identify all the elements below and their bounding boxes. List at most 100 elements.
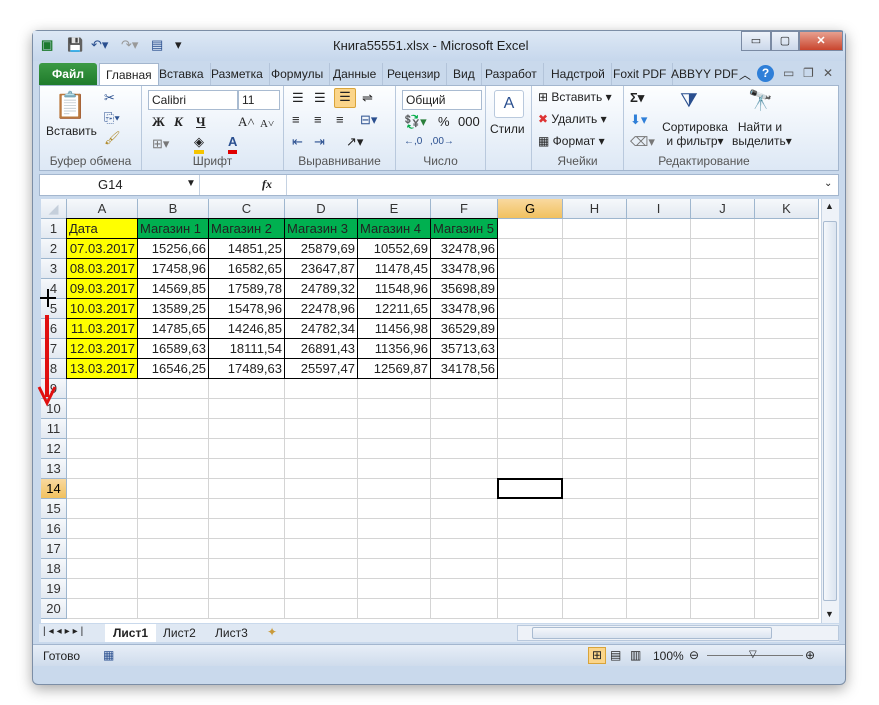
cell-K5[interactable] (755, 299, 819, 319)
font-color-icon[interactable]: A (228, 134, 238, 154)
workbook-close-icon[interactable]: ✕ (823, 66, 833, 80)
cell-J6[interactable] (691, 319, 755, 339)
cell-K15[interactable] (755, 499, 819, 519)
tab-formulas[interactable]: Формулы (265, 63, 331, 85)
cell-C18[interactable] (209, 559, 285, 579)
column-header-E[interactable]: E (358, 199, 431, 219)
cell-B13[interactable] (138, 459, 209, 479)
workbook-minimize-icon[interactable]: ▭ (783, 66, 794, 80)
cell-G1[interactable] (498, 219, 563, 239)
cell-H16[interactable] (563, 519, 627, 539)
cell-C20[interactable] (209, 599, 285, 619)
insert-cells-button[interactable]: ⊞ Вставить ▾ (538, 90, 612, 104)
close-button[interactable]: ✕ (799, 31, 843, 51)
increase-decimal-icon[interactable]: ←,0 (404, 134, 422, 150)
cell-A17[interactable] (67, 539, 138, 559)
workbook-restore-icon[interactable]: ❐ (803, 66, 814, 80)
cell-G18[interactable] (498, 559, 563, 579)
cell-B9[interactable] (138, 379, 209, 399)
tab-page-layout[interactable]: Разметка (205, 63, 270, 85)
cell-A15[interactable] (67, 499, 138, 519)
cell-F1[interactable]: Магазин 5 (430, 218, 498, 239)
row-header-17[interactable]: 17 (41, 539, 67, 559)
cut-icon[interactable]: ✂ (104, 90, 115, 106)
cell-J14[interactable] (691, 479, 755, 499)
cell-F17[interactable] (431, 539, 498, 559)
cell-B19[interactable] (138, 579, 209, 599)
cell-K16[interactable] (755, 519, 819, 539)
cell-H12[interactable] (563, 439, 627, 459)
cell-J9[interactable] (691, 379, 755, 399)
cell-I7[interactable] (627, 339, 691, 359)
cell-C10[interactable] (209, 399, 285, 419)
align-bottom-icon[interactable]: ☰ (334, 88, 356, 108)
cell-C4[interactable]: 17589,78 (208, 278, 285, 299)
cell-G17[interactable] (498, 539, 563, 559)
zoom-in-icon[interactable]: ⊕ (805, 648, 815, 662)
name-box[interactable]: G14 (40, 175, 200, 195)
cell-H5[interactable] (563, 299, 627, 319)
row-header-14[interactable]: 14 (41, 479, 67, 499)
font-size-select[interactable]: 11 (238, 90, 280, 110)
font-name-select[interactable]: Calibri (148, 90, 238, 110)
cell-B7[interactable]: 16589,63 (137, 338, 209, 359)
cell-I20[interactable] (627, 599, 691, 619)
tab-addins[interactable]: Надстрой (545, 63, 612, 85)
row-header-2[interactable]: 2 (41, 239, 67, 259)
cell-F10[interactable] (431, 399, 498, 419)
number-format-select[interactable]: Общий (402, 90, 482, 110)
cell-G7[interactable] (498, 339, 563, 359)
sheet-tab-1[interactable]: Лист1 (105, 624, 157, 642)
cell-C2[interactable]: 14851,25 (208, 238, 285, 259)
cell-H18[interactable] (563, 559, 627, 579)
cell-H19[interactable] (563, 579, 627, 599)
cell-E3[interactable]: 11478,45 (357, 258, 431, 279)
tab-view[interactable]: Вид (447, 63, 482, 85)
cell-C12[interactable] (209, 439, 285, 459)
cell-G3[interactable] (498, 259, 563, 279)
cell-E19[interactable] (358, 579, 431, 599)
cell-D13[interactable] (285, 459, 358, 479)
cell-B18[interactable] (138, 559, 209, 579)
cell-J18[interactable] (691, 559, 755, 579)
cell-J13[interactable] (691, 459, 755, 479)
cell-K17[interactable] (755, 539, 819, 559)
row-header-18[interactable]: 18 (41, 559, 67, 579)
cell-K7[interactable] (755, 339, 819, 359)
cell-A1[interactable]: Дата (66, 218, 138, 239)
format-painter-icon[interactable]: 🖌 (104, 130, 121, 146)
cell-E18[interactable] (358, 559, 431, 579)
find-select-button[interactable]: Найти и выделить▾ (732, 120, 792, 148)
shrink-font-icon[interactable]: A˅ (260, 116, 274, 132)
cell-D9[interactable] (285, 379, 358, 399)
cell-A9[interactable] (67, 379, 138, 399)
grow-font-icon[interactable]: A˄ (238, 114, 255, 130)
row-header-11[interactable]: 11 (41, 419, 67, 439)
cell-G6[interactable] (498, 319, 563, 339)
cell-H8[interactable] (563, 359, 627, 379)
cell-J15[interactable] (691, 499, 755, 519)
cell-C15[interactable] (209, 499, 285, 519)
cell-A13[interactable] (67, 459, 138, 479)
cell-G9[interactable] (498, 379, 563, 399)
cell-D3[interactable]: 23647,87 (284, 258, 358, 279)
cell-A11[interactable] (67, 419, 138, 439)
cell-K8[interactable] (755, 359, 819, 379)
row-header-3[interactable]: 3 (41, 259, 67, 279)
cell-G8[interactable] (498, 359, 563, 379)
cell-D20[interactable] (285, 599, 358, 619)
cell-D12[interactable] (285, 439, 358, 459)
cell-C9[interactable] (209, 379, 285, 399)
cell-B10[interactable] (138, 399, 209, 419)
column-header-H[interactable]: H (563, 199, 627, 219)
cell-A16[interactable] (67, 519, 138, 539)
normal-view-icon[interactable]: ⊞ (588, 647, 606, 664)
cell-C3[interactable]: 16582,65 (208, 258, 285, 279)
cell-F13[interactable] (431, 459, 498, 479)
paste-icon[interactable]: 📋 (54, 90, 86, 120)
cell-E4[interactable]: 11548,96 (357, 278, 431, 299)
cell-E2[interactable]: 10552,69 (357, 238, 431, 259)
column-header-F[interactable]: F (431, 199, 498, 219)
cell-C7[interactable]: 18111,54 (208, 338, 285, 359)
cell-J16[interactable] (691, 519, 755, 539)
